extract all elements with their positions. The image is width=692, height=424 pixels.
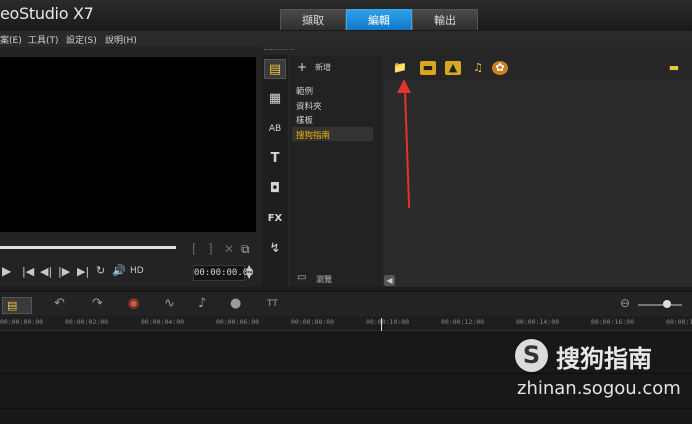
path-icon[interactable]: ↯ — [264, 239, 286, 259]
ruler-tick: 00:00:14:00 — [516, 318, 560, 326]
graphics-icon[interactable]: ◘ — [264, 179, 286, 199]
title-icon[interactable]: T — [264, 149, 286, 169]
show-photos-icon[interactable]: ▲ — [445, 61, 461, 75]
redo-icon[interactable]: ↷ — [92, 296, 103, 311]
import-media-folder-icon[interactable]: 📁 — [392, 61, 408, 75]
enlarge-preview-icon[interactable]: ⧉ — [241, 242, 250, 257]
home-icon[interactable]: |◀ — [22, 265, 34, 278]
ruler-tick: 00:00:16:00 — [591, 318, 635, 326]
ruler-tick: 00:00:18 — [666, 318, 692, 326]
show-audio-icon[interactable]: ♫ — [470, 61, 486, 75]
sound-mixer-icon[interactable]: ∿ — [164, 296, 175, 311]
previous-frame-icon[interactable]: ◀| — [40, 265, 52, 278]
repeat-icon[interactable]: ↻ — [96, 264, 105, 277]
ruler-tick: 00:00:10:00 — [366, 318, 410, 326]
menu-bar — [0, 31, 692, 48]
ruler-tick: 00:00:08:00 — [291, 318, 335, 326]
ruler-tick: 00:00:04:00 — [141, 318, 185, 326]
scrubber[interactable] — [0, 246, 176, 249]
panel-grip[interactable] — [264, 49, 294, 54]
play-icon[interactable]: ▶ — [2, 264, 11, 278]
tab-edit[interactable]: 編輯 — [346, 9, 412, 30]
folder-item-sogou[interactable]: 搜狗指南 — [296, 129, 330, 141]
menu-file[interactable]: 案(E) — [0, 33, 22, 46]
timeline-toolbar — [0, 291, 692, 317]
browse-icon[interactable]: ▭ — [297, 272, 306, 283]
zoom-out-icon[interactable]: ⊖ — [620, 296, 630, 310]
menu-settings[interactable]: 設定(S) — [66, 33, 97, 46]
next-frame-icon[interactable]: |▶ — [58, 265, 70, 278]
browse-label[interactable]: 瀏覽 — [316, 274, 332, 285]
end-icon[interactable]: ▶| — [77, 265, 89, 278]
split-clip-icon[interactable]: ✕ — [224, 242, 234, 256]
show-videos-icon[interactable]: ▬ — [420, 61, 436, 75]
menu-help[interactable]: 說明(H) — [105, 33, 137, 46]
auto-music-icon[interactable]: ♪ — [198, 296, 206, 311]
folder-item-templates[interactable]: 樣板 — [296, 114, 313, 126]
fx-filter-icon[interactable]: FX — [264, 209, 286, 229]
folder-item-samples[interactable]: 範例 — [296, 85, 313, 97]
transition-icon[interactable]: AB — [264, 119, 286, 139]
ruler-tick: 00:00:12:00 — [441, 318, 485, 326]
zoom-slider[interactable] — [638, 304, 682, 306]
mark-in-icon[interactable]: [ — [192, 242, 197, 256]
hd-label[interactable]: HD — [130, 266, 144, 276]
undo-icon[interactable]: ↶ — [54, 296, 65, 311]
smart-package-icon[interactable]: ✿ — [492, 61, 508, 75]
track-divider — [0, 408, 692, 409]
folder-item-folder[interactable]: 資料夾 — [296, 100, 322, 112]
app-title: eoStudio X7 — [0, 4, 94, 23]
instant-project-icon[interactable]: ▦ — [264, 89, 286, 109]
timecode-stepper-icon[interactable]: ▲ ▼ — [246, 264, 252, 280]
mark-out-icon[interactable]: ] — [208, 242, 213, 256]
scroll-left-icon[interactable]: ◀ — [384, 275, 395, 286]
media-library-icon[interactable]: ▤ — [264, 59, 286, 79]
add-folder-icon[interactable]: + — [297, 60, 307, 74]
motion-tracking-icon[interactable]: ● — [230, 296, 241, 311]
sogou-logo: S — [515, 339, 548, 372]
media-library-area[interactable] — [384, 80, 692, 287]
ruler-tick: 00:00:06:00 — [216, 318, 260, 326]
watermark-text: 搜狗指南 — [556, 345, 652, 373]
thumbnail-view-icon[interactable]: ▬ — [666, 61, 682, 75]
menu-tools[interactable]: 工具(T) — [28, 33, 59, 46]
tab-share[interactable]: 輸出 — [412, 9, 478, 30]
record-capture-icon[interactable]: ◉ — [128, 296, 139, 311]
volume-icon[interactable]: 🔊 — [112, 264, 126, 277]
preview-window — [0, 57, 256, 232]
ruler-tick: 00:00:00:00 — [0, 318, 44, 326]
storyboard-view-icon: ▤ — [7, 299, 18, 312]
add-folder-label[interactable]: 新增 — [315, 62, 331, 73]
ruler-tick: 00:00:02:00 — [65, 318, 109, 326]
subtitle-editor-icon[interactable]: TT — [267, 299, 278, 309]
zoom-slider-knob[interactable] — [663, 300, 671, 308]
timecode-field[interactable]: 00:00:00.00 — [193, 265, 254, 281]
tab-capture[interactable]: 擷取 — [280, 9, 346, 30]
watermark-url: zhinan.sogou.com — [517, 378, 681, 399]
